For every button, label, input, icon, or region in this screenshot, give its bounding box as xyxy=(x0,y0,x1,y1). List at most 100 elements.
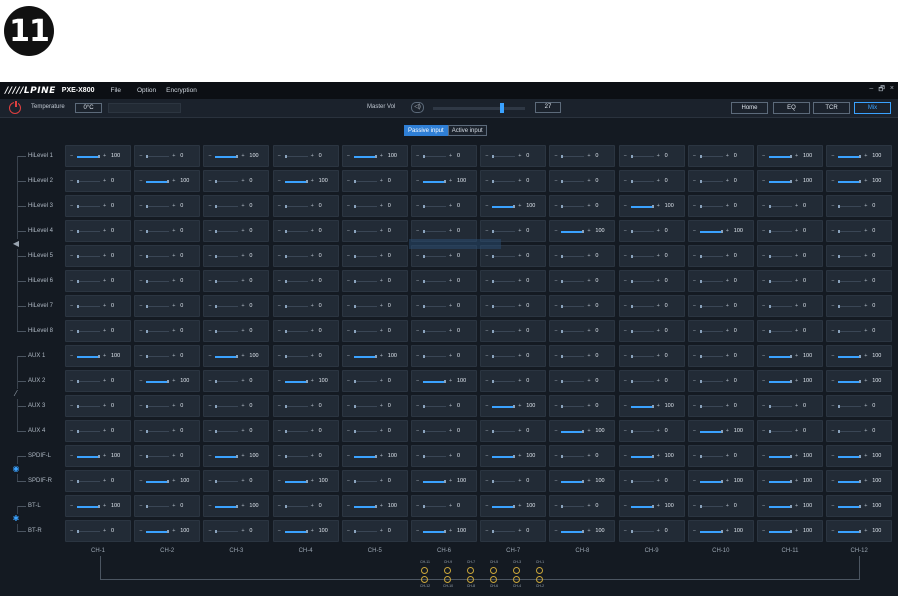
mix-cell[interactable]: − +0 xyxy=(411,420,477,442)
mix-slider[interactable] xyxy=(561,355,585,358)
mix-slider[interactable] xyxy=(769,305,792,308)
mix-cell[interactable]: − +0 xyxy=(272,495,339,517)
increase-button[interactable]: + xyxy=(587,303,590,309)
mix-slider-knob[interactable] xyxy=(630,255,633,258)
mix-slider[interactable] xyxy=(215,280,239,283)
decrease-button[interactable]: − xyxy=(693,478,696,484)
decrease-button[interactable]: − xyxy=(278,378,281,384)
decrease-button[interactable]: − xyxy=(347,378,350,384)
mix-slider-knob[interactable] xyxy=(77,255,79,258)
mix-slider[interactable] xyxy=(77,530,100,533)
mix-slider[interactable] xyxy=(353,530,377,533)
mix-slider[interactable] xyxy=(838,230,862,233)
mix-slider[interactable] xyxy=(769,505,792,508)
mix-slider-knob[interactable] xyxy=(630,180,633,183)
mix-cell[interactable]: − +0 xyxy=(134,145,201,167)
mix-slider-knob[interactable] xyxy=(630,355,633,358)
decrease-button[interactable]: − xyxy=(693,353,696,359)
increase-button[interactable]: + xyxy=(380,278,383,284)
mix-slider[interactable] xyxy=(146,530,170,533)
decrease-button[interactable]: − xyxy=(693,228,696,234)
decrease-button[interactable]: − xyxy=(831,428,834,434)
mix-cell[interactable]: − +0 xyxy=(618,270,685,292)
increase-button[interactable]: + xyxy=(241,378,244,384)
mix-slider-knob[interactable] xyxy=(492,280,495,283)
decrease-button[interactable]: − xyxy=(70,203,73,209)
decrease-button[interactable]: − xyxy=(416,353,419,359)
mix-slider-knob[interactable] xyxy=(720,230,723,233)
mix-slider[interactable] xyxy=(561,305,585,308)
mix-cell[interactable]: − +0 xyxy=(687,345,754,367)
mix-slider-knob[interactable] xyxy=(98,155,100,158)
decrease-button[interactable]: − xyxy=(416,328,419,334)
mix-slider-knob[interactable] xyxy=(790,530,792,533)
decrease-button[interactable]: − xyxy=(70,153,73,159)
mix-cell[interactable]: − +0 xyxy=(687,145,754,167)
mix-slider-knob[interactable] xyxy=(353,305,356,308)
mix-slider[interactable] xyxy=(561,430,585,433)
decrease-button[interactable]: − xyxy=(762,303,765,309)
mix-slider-knob[interactable] xyxy=(444,480,446,483)
mix-slider-knob[interactable] xyxy=(374,355,377,358)
decrease-button[interactable]: − xyxy=(208,253,211,259)
mix-cell[interactable]: − +100 xyxy=(618,445,685,467)
mix-slider-knob[interactable] xyxy=(423,455,425,458)
increase-button[interactable]: + xyxy=(657,403,660,409)
increase-button[interactable]: + xyxy=(172,378,175,384)
mix-cell[interactable]: − +100 xyxy=(272,520,339,542)
mix-slider[interactable] xyxy=(215,430,239,433)
mix-cell[interactable]: − +0 xyxy=(687,170,754,192)
decrease-button[interactable]: − xyxy=(416,228,419,234)
increase-button[interactable]: + xyxy=(795,203,798,209)
mix-cell[interactable]: − +100 xyxy=(65,495,131,517)
mix-slider[interactable] xyxy=(838,205,862,208)
mix-slider[interactable] xyxy=(353,305,377,308)
mix-slider[interactable] xyxy=(769,155,792,158)
mix-slider[interactable] xyxy=(561,255,585,258)
increase-button[interactable]: + xyxy=(311,503,314,509)
mix-slider-knob[interactable] xyxy=(790,380,792,383)
increase-button[interactable]: + xyxy=(518,178,521,184)
mix-slider[interactable] xyxy=(284,530,308,533)
mix-cell[interactable]: − +100 xyxy=(203,145,270,167)
decrease-button[interactable]: − xyxy=(208,228,211,234)
mix-slider[interactable] xyxy=(769,230,792,233)
increase-button[interactable]: + xyxy=(172,453,175,459)
mix-slider-knob[interactable] xyxy=(146,430,149,433)
mix-slider-knob[interactable] xyxy=(790,355,792,358)
decrease-button[interactable]: − xyxy=(762,503,765,509)
increase-button[interactable]: + xyxy=(587,353,590,359)
decrease-button[interactable]: − xyxy=(624,503,627,509)
mix-slider[interactable] xyxy=(353,355,377,358)
mix-slider[interactable] xyxy=(77,305,100,308)
mix-slider-knob[interactable] xyxy=(838,280,841,283)
mix-slider-knob[interactable] xyxy=(492,480,495,483)
increase-button[interactable]: + xyxy=(103,378,106,384)
mix-cell[interactable]: − +0 xyxy=(480,470,547,492)
mix-slider[interactable] xyxy=(215,305,239,308)
increase-button[interactable]: + xyxy=(657,228,660,234)
mix-cell[interactable]: − +0 xyxy=(549,320,616,342)
tab-passive-input[interactable]: Passive input xyxy=(404,125,448,136)
mix-cell[interactable]: − +0 xyxy=(549,445,616,467)
mix-slider-knob[interactable] xyxy=(561,155,564,158)
mix-slider-knob[interactable] xyxy=(374,505,377,508)
increase-button[interactable]: + xyxy=(726,453,729,459)
mix-slider-knob[interactable] xyxy=(769,430,771,433)
mix-cell[interactable]: − +0 xyxy=(757,395,823,417)
mix-slider[interactable] xyxy=(630,380,654,383)
mix-slider[interactable] xyxy=(423,430,446,433)
mix-slider[interactable] xyxy=(561,480,585,483)
mix-slider[interactable] xyxy=(284,455,308,458)
mix-cell[interactable]: − +0 xyxy=(203,195,270,217)
mix-slider-knob[interactable] xyxy=(513,405,516,408)
mix-slider-knob[interactable] xyxy=(353,480,356,483)
increase-button[interactable]: + xyxy=(864,328,867,334)
decrease-button[interactable]: − xyxy=(70,178,73,184)
mix-cell[interactable]: − +0 xyxy=(341,295,408,317)
decrease-button[interactable]: − xyxy=(70,353,73,359)
mix-cell[interactable]: − +0 xyxy=(65,245,131,267)
increase-button[interactable]: + xyxy=(380,203,383,209)
close-icon[interactable]: × xyxy=(890,85,894,96)
mix-slider[interactable] xyxy=(492,405,516,408)
